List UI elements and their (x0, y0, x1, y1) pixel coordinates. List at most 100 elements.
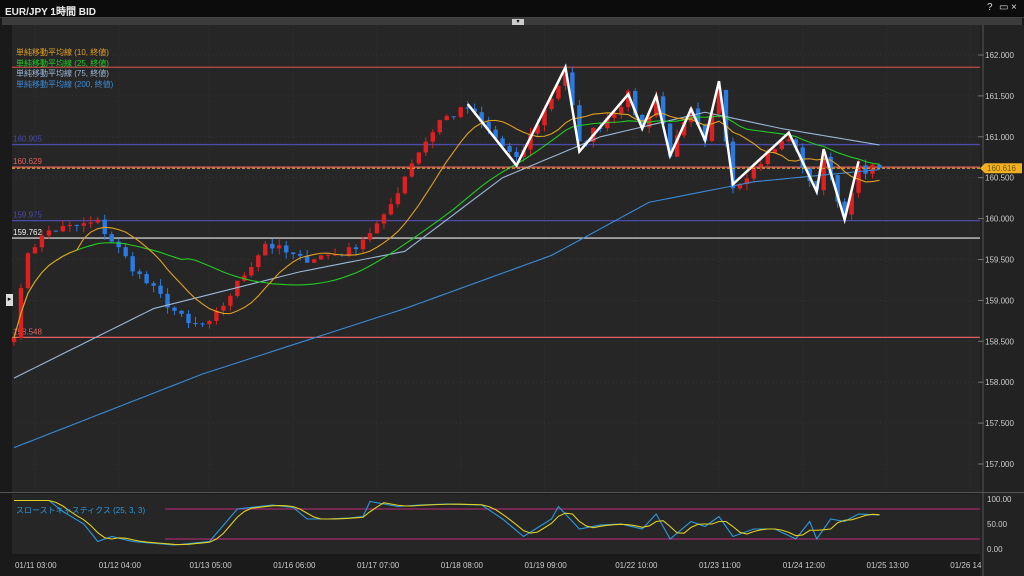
side-panel-toggle[interactable]: ▸ (6, 294, 13, 306)
candle-body (431, 132, 435, 141)
candle-body (12, 338, 16, 342)
candle-body (68, 225, 72, 226)
candle-body (459, 107, 463, 117)
candle-body (438, 120, 442, 132)
candle-body (787, 139, 791, 141)
oscillator-tick-label: 0.00 (987, 545, 1003, 554)
candle-body (312, 259, 316, 262)
candle-body (200, 324, 204, 325)
candle-body (375, 224, 379, 234)
candle-body (347, 247, 351, 255)
time-axis-label: 01/22 10:00 (615, 561, 658, 570)
candle-body (82, 223, 86, 226)
oscillator-label: スローストキャスティクス (25, 3, 3) (16, 506, 145, 515)
time-axis-label: 01/19 09:00 (524, 561, 567, 570)
legend-item: 単純移動平均線 (75, 終値) (16, 68, 109, 79)
candle-body (277, 245, 281, 248)
time-axis-label: 01/13 05:00 (189, 561, 232, 570)
candle-body (96, 220, 100, 223)
candle-body (54, 231, 58, 232)
oscillator-plot-area (12, 494, 980, 554)
candle-body (403, 177, 407, 194)
legend-item: 単純移動平均線 (10, 終値) (16, 47, 109, 58)
candle-body (249, 267, 253, 275)
candle-body (228, 296, 232, 306)
horizontal-line-label: 160.905 (13, 135, 42, 144)
oscillator-tick-label: 50.00 (987, 520, 1008, 529)
candle-body (193, 323, 197, 324)
time-axis-label: 01/17 07:00 (357, 561, 400, 570)
candle-body (256, 255, 260, 267)
candle-body (870, 165, 874, 174)
candle-body (514, 152, 518, 157)
price-tick-label: 161.000 (985, 133, 1014, 142)
price-chart[interactable]: 162.000161.500161.000160.500160.000159.5… (0, 25, 1024, 576)
toolbar-strip: ▾ (2, 18, 1022, 25)
candle-body (396, 193, 400, 204)
time-axis-label: 01/25 13:00 (867, 561, 910, 570)
candle-body (172, 308, 176, 311)
candle-body (110, 234, 114, 242)
candle-body (368, 233, 372, 239)
price-tick-label: 157.500 (985, 419, 1014, 428)
candle-body (33, 247, 37, 253)
horizontal-line-label: 158.548 (13, 327, 42, 336)
legend-item: 単純移動平均線 (200, 終値) (16, 79, 113, 90)
candle-body (780, 141, 784, 149)
price-tick-label: 159.500 (985, 256, 1014, 265)
price-tick-label: 160.000 (985, 215, 1014, 224)
time-axis-label: 01/26 14 (950, 561, 982, 570)
candle-body (759, 164, 763, 166)
main-plot-area (12, 25, 980, 492)
candle-body (382, 214, 386, 223)
candle-body (207, 321, 211, 324)
candle-body (410, 163, 414, 176)
candle-body (61, 226, 65, 231)
candle-body (863, 165, 867, 173)
candle-body (389, 204, 393, 214)
candle-body (877, 165, 881, 168)
price-tick-label: 161.500 (985, 92, 1014, 101)
candle-body (424, 142, 428, 153)
maximize-button[interactable]: ▭ (999, 2, 1008, 13)
close-button[interactable]: × (1011, 2, 1017, 13)
legend-item: 単純移動平均線 (25, 終値) (16, 58, 109, 69)
candle-body (137, 271, 141, 274)
time-axis-label: 01/12 04:00 (99, 561, 142, 570)
price-tick-label: 159.000 (985, 296, 1014, 305)
candle-body (619, 107, 623, 113)
time-axis-label: 01/18 08:00 (441, 561, 484, 570)
candle-body (284, 245, 288, 252)
candle-body (75, 225, 79, 226)
candle-body (270, 244, 274, 249)
horizontal-line-label: 159.762 (13, 228, 42, 237)
time-axis-label: 01/23 11:00 (699, 561, 741, 570)
horizontal-line-label: 160.629 (13, 157, 42, 166)
candle-body (47, 231, 51, 236)
price-tick-label: 162.000 (985, 51, 1014, 60)
candle-body (144, 274, 148, 283)
window-title: EUR/JPY 1時間 BID (5, 3, 96, 18)
help-button[interactable]: ? (987, 2, 993, 13)
price-tick-label: 157.000 (985, 460, 1014, 469)
candle-body (556, 86, 560, 99)
candle-body (298, 254, 302, 256)
candle-body (263, 244, 267, 256)
candle-body (89, 223, 93, 224)
candle-body (40, 235, 44, 247)
time-axis-label: 01/24 12:00 (783, 561, 826, 570)
price-tick-label: 158.500 (985, 337, 1014, 346)
candle-body (319, 255, 323, 259)
candle-body (158, 286, 162, 294)
candle-body (130, 256, 134, 271)
candle-body (179, 311, 183, 314)
candle-body (186, 314, 190, 323)
candle-body (221, 306, 225, 311)
candle-body (123, 247, 127, 256)
oscillator-tick-label: 100.00 (987, 495, 1012, 504)
candle-body (507, 146, 511, 152)
candle-body (291, 252, 295, 254)
candle-body (452, 116, 456, 117)
candle-body (417, 152, 421, 163)
candle-body (445, 116, 449, 120)
